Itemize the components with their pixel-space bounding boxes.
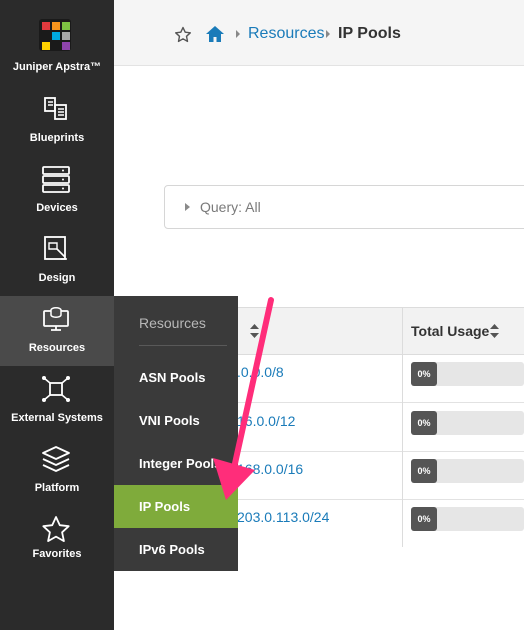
usage-percent: 0% — [411, 459, 437, 483]
menu-item-label: IP Pools — [139, 499, 191, 514]
column-divider — [402, 307, 403, 547]
menu-item-ipv6-pools[interactable]: IPv6 Pools — [114, 528, 238, 571]
sort-icon[interactable] — [490, 324, 499, 338]
pool-subnet-link[interactable]: .0.0.0/8 — [237, 364, 284, 380]
usage-bar: 0% — [411, 362, 524, 386]
sidebar-item-resources[interactable]: Resources — [0, 296, 114, 366]
menu-item-ip-pools[interactable]: IP Pools — [114, 485, 238, 528]
flyout-divider — [139, 345, 227, 346]
devices-icon — [42, 166, 70, 193]
design-icon — [44, 236, 67, 260]
usage-percent: 0% — [411, 507, 437, 531]
resources-icon — [43, 307, 69, 331]
query-label: Query: All — [200, 199, 261, 215]
sidebar: Juniper Apstra™ Blueprints Devices Desig… — [0, 0, 114, 630]
home-icon[interactable] — [205, 25, 225, 43]
menu-item-label: ASN Pools — [139, 370, 206, 385]
chevron-right-icon — [236, 30, 240, 38]
brand[interactable]: Juniper Apstra™ — [0, 0, 114, 86]
sidebar-item-platform[interactable]: Platform — [0, 436, 114, 506]
usage-bar: 0% — [411, 507, 524, 531]
sidebar-item-label: Blueprints — [29, 132, 85, 144]
pool-subnet-link[interactable]: 168.0.0/16 — [237, 461, 303, 477]
usage-percent: 0% — [411, 411, 437, 435]
page-title: IP Pools — [338, 25, 401, 42]
sidebar-item-external-systems[interactable]: External Systems — [0, 366, 114, 436]
pool-subnet-link[interactable]: 16.0.0/12 — [237, 413, 295, 429]
caret-right-icon — [185, 203, 190, 211]
apstra-logo — [39, 19, 71, 51]
menu-item-label: IPv6 Pools — [139, 542, 205, 557]
sidebar-item-label: Platform — [34, 482, 80, 494]
sidebar-item-blueprints[interactable]: Blueprints — [0, 86, 114, 156]
sidebar-item-devices[interactable]: Devices — [0, 156, 114, 226]
blueprints-icon — [44, 97, 67, 120]
sort-icon[interactable] — [250, 324, 259, 338]
sidebar-item-label: Devices — [36, 202, 78, 214]
platform-icon — [42, 446, 70, 472]
column-header-total-usage[interactable]: Total Usage — [411, 323, 489, 339]
sidebar-item-design[interactable]: Design — [0, 226, 114, 296]
usage-bar: 0% — [411, 459, 524, 483]
sidebar-item-label: Design — [38, 272, 76, 284]
brand-name: Juniper Apstra™ — [12, 61, 102, 73]
usage-bar: 0% — [411, 411, 524, 435]
menu-item-asn-pools[interactable]: ASN Pools — [114, 356, 238, 399]
pool-subnet-link[interactable]: 203.0.113.0/24 — [237, 509, 329, 525]
menu-item-vni-pools[interactable]: VNI Pools — [114, 399, 238, 442]
external-systems-icon — [42, 376, 70, 402]
favorite-star-icon[interactable] — [174, 26, 192, 44]
menu-item-label: VNI Pools — [139, 413, 200, 428]
resources-flyout-menu: Resources ASN Pools VNI Pools Integer Po… — [114, 296, 238, 571]
chevron-right-icon — [326, 30, 330, 38]
flyout-title: Resources — [139, 315, 206, 331]
query-filter[interactable]: Query: All — [164, 185, 524, 229]
star-icon — [42, 516, 70, 542]
menu-item-label: Integer Pools — [139, 456, 222, 471]
sidebar-item-label: Resources — [28, 342, 86, 354]
sidebar-item-label: Favorites — [32, 548, 82, 560]
breadcrumb-resources-link[interactable]: Resources — [248, 25, 324, 43]
usage-percent: 0% — [411, 362, 437, 386]
menu-item-integer-pools[interactable]: Integer Pools — [114, 442, 238, 485]
sidebar-item-favorites[interactable]: Favorites — [0, 506, 114, 576]
sidebar-item-label: External Systems — [11, 412, 103, 424]
